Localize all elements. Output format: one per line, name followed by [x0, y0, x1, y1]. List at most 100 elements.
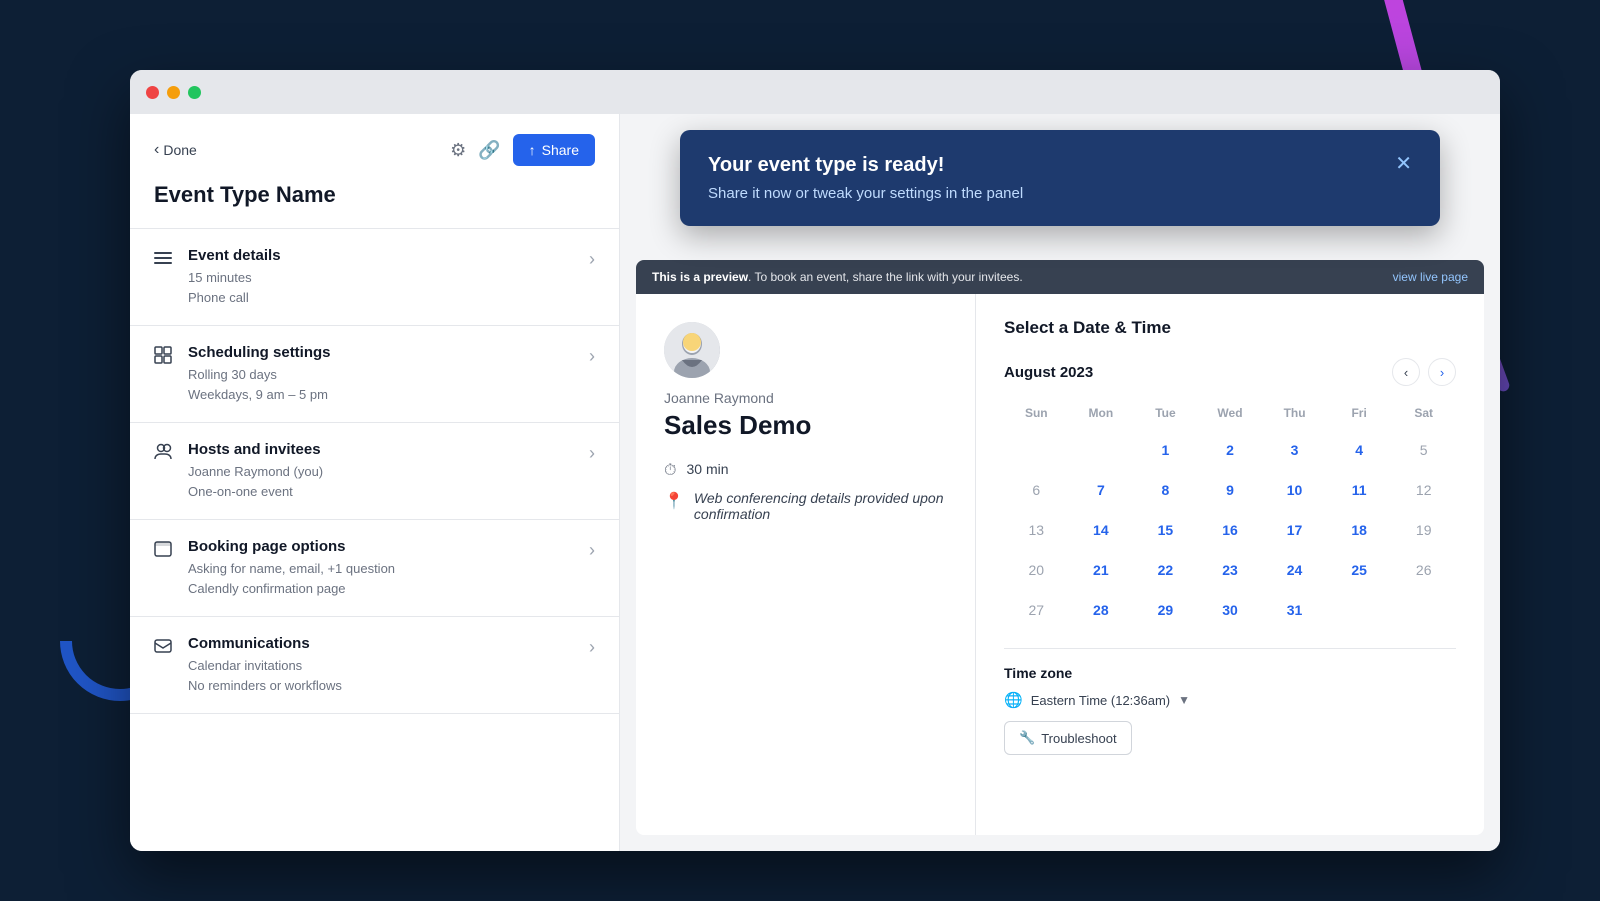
preview-card: This is a preview. To book an event, sha… [636, 260, 1484, 835]
timezone-value[interactable]: Eastern Time (12:36am) [1031, 693, 1170, 708]
cal-day-8[interactable]: 8 [1147, 472, 1183, 508]
nav-item-left-0: Event details 15 minutes Phone call [154, 247, 281, 307]
timezone-label: Time zone [1004, 665, 1456, 681]
nav-item-sub1-3: Asking for name, email, +1 question [188, 559, 395, 579]
next-month-button[interactable]: › [1428, 358, 1456, 386]
cal-day-10[interactable]: 10 [1277, 472, 1313, 508]
nav-item-0[interactable]: Event details 15 minutes Phone call › [130, 229, 619, 326]
cal-day-28[interactable]: 28 [1083, 592, 1119, 628]
calendar-title: Select a Date & Time [1004, 318, 1456, 338]
calendar-week-1: 6789 10 11 12 [1004, 472, 1456, 508]
host-avatar [664, 322, 720, 378]
notification-banner: Your event type is ready! ✕ Share it now… [680, 130, 1440, 226]
cal-day-25[interactable]: 25 [1341, 552, 1377, 588]
window-body: ‹ Done ⚙ 🔗 ↑ Share Event Type Name [130, 114, 1500, 851]
notification-close-button[interactable]: ✕ [1395, 154, 1412, 174]
event-type-name: Event Type Name [130, 182, 619, 228]
nav-item-2[interactable]: Hosts and invitees Joanne Raymond (you) … [130, 423, 619, 520]
close-button[interactable] [146, 86, 159, 99]
cal-day-27[interactable]: 27 [1018, 592, 1054, 628]
minimize-button[interactable] [167, 86, 180, 99]
nav-item-title-1: Scheduling settings [188, 344, 331, 361]
nav-item-3[interactable]: Booking page options Asking for name, em… [130, 520, 619, 617]
preview-bar: This is a preview. To book an event, sha… [636, 260, 1484, 294]
nav-icon-1 [154, 346, 174, 369]
cal-day-name-sun: Sun [1004, 402, 1069, 424]
cal-day-21[interactable]: 21 [1083, 552, 1119, 588]
location-meta: 📍 Web conferencing details provided upon… [664, 490, 947, 522]
cal-day-name-wed: Wed [1198, 402, 1263, 424]
nav-item-sub1-1: Rolling 30 days [188, 365, 331, 385]
cal-day-name-thu: Thu [1262, 402, 1327, 424]
nav-item-1[interactable]: Scheduling settings Rolling 30 days Week… [130, 326, 619, 423]
nav-item-4[interactable]: Communications Calendar invitations No r… [130, 617, 619, 714]
cal-day-16[interactable]: 16 [1212, 512, 1248, 548]
calendar-week-0: 12345 [1004, 432, 1456, 468]
nav-item-content-2: Hosts and invitees Joanne Raymond (you) … [188, 441, 323, 501]
nav-item-content-1: Scheduling settings Rolling 30 days Week… [188, 344, 331, 404]
nav-item-title-2: Hosts and invitees [188, 441, 323, 458]
location-icon: 📍 [664, 491, 684, 511]
timezone-dropdown-icon[interactable]: ▼ [1178, 693, 1190, 707]
cal-day-7[interactable]: 7 [1083, 472, 1119, 508]
cal-day-29[interactable]: 29 [1147, 592, 1183, 628]
cal-day-26[interactable]: 26 [1406, 552, 1442, 588]
troubleshoot-button[interactable]: 🔧 Troubleshoot [1004, 721, 1132, 755]
nav-item-sub2-4: No reminders or workflows [188, 676, 342, 696]
cal-day-6[interactable]: 6 [1018, 472, 1054, 508]
cal-day-30[interactable]: 30 [1212, 592, 1248, 628]
cal-day-14[interactable]: 14 [1083, 512, 1119, 548]
panel-header: ‹ Done ⚙ 🔗 ↑ Share [130, 114, 619, 182]
host-name: Joanne Raymond [664, 390, 947, 406]
cal-day-3[interactable]: 3 [1277, 432, 1313, 468]
cal-day-18[interactable]: 18 [1341, 512, 1377, 548]
nav-icon-4 [154, 637, 174, 660]
cal-day-17[interactable]: 17 [1277, 512, 1313, 548]
traffic-lights [146, 86, 201, 99]
settings-icon[interactable]: ⚙ [450, 140, 466, 161]
prev-month-button[interactable]: ‹ [1392, 358, 1420, 386]
cal-day-4[interactable]: 4 [1341, 432, 1377, 468]
right-panel: Your event type is ready! ✕ Share it now… [620, 114, 1500, 851]
back-button[interactable]: ‹ Done [154, 141, 197, 159]
nav-icon-2 [154, 443, 174, 466]
preview-bar-suffix: . To book an event, share the link with … [748, 270, 1023, 284]
cal-day-5[interactable]: 5 [1406, 432, 1442, 468]
troubleshoot-label: Troubleshoot [1041, 731, 1116, 746]
calendar-week-4: 27 28 29 30 31 [1004, 592, 1456, 628]
cal-day-9[interactable]: 9 [1212, 472, 1248, 508]
cal-day-31[interactable]: 31 [1277, 592, 1313, 628]
back-label: Done [163, 142, 196, 158]
cal-day-name-tue: Tue [1133, 402, 1198, 424]
maximize-button[interactable] [188, 86, 201, 99]
calendar-nav-buttons: ‹ › [1392, 358, 1456, 386]
nav-chevron-1: › [589, 346, 595, 367]
cal-day-20[interactable]: 20 [1018, 552, 1054, 588]
calendar-month: August 2023 [1004, 364, 1093, 381]
event-title-preview: Sales Demo [664, 410, 947, 441]
cal-day-2[interactable]: 2 [1212, 432, 1248, 468]
nav-item-sub2-2: One-on-one event [188, 482, 323, 502]
cal-day-23[interactable]: 23 [1212, 552, 1248, 588]
nav-item-title-0: Event details [188, 247, 281, 264]
calendar-week-3: 20 21 22 23 24 25 26 [1004, 552, 1456, 588]
cal-day-12[interactable]: 12 [1406, 472, 1442, 508]
cal-day-24[interactable]: 24 [1277, 552, 1313, 588]
calendar-header-row: SunMonTueWedThuFriSat [1004, 402, 1456, 424]
clock-icon: ⏱ [664, 462, 676, 480]
calendar-nav: August 2023 ‹ › [1004, 358, 1456, 386]
cal-day-1[interactable]: 1 [1147, 432, 1183, 468]
nav-item-content-4: Communications Calendar invitations No r… [188, 635, 342, 695]
view-live-link[interactable]: view live page [1393, 270, 1468, 284]
cal-day-11[interactable]: 11 [1341, 472, 1377, 508]
cal-day-15[interactable]: 15 [1147, 512, 1183, 548]
nav-item-content-0: Event details 15 minutes Phone call [188, 247, 281, 307]
nav-section: Event details 15 minutes Phone call › Sc… [130, 228, 619, 714]
cal-day-19[interactable]: 19 [1406, 512, 1442, 548]
cal-day-22[interactable]: 22 [1147, 552, 1183, 588]
share-button[interactable]: ↑ Share [513, 134, 595, 166]
location-text: Web conferencing details provided upon c… [694, 490, 947, 522]
nav-item-sub1-0: 15 minutes [188, 268, 281, 288]
cal-day-13[interactable]: 13 [1018, 512, 1054, 548]
link-icon[interactable]: 🔗 [478, 140, 500, 161]
